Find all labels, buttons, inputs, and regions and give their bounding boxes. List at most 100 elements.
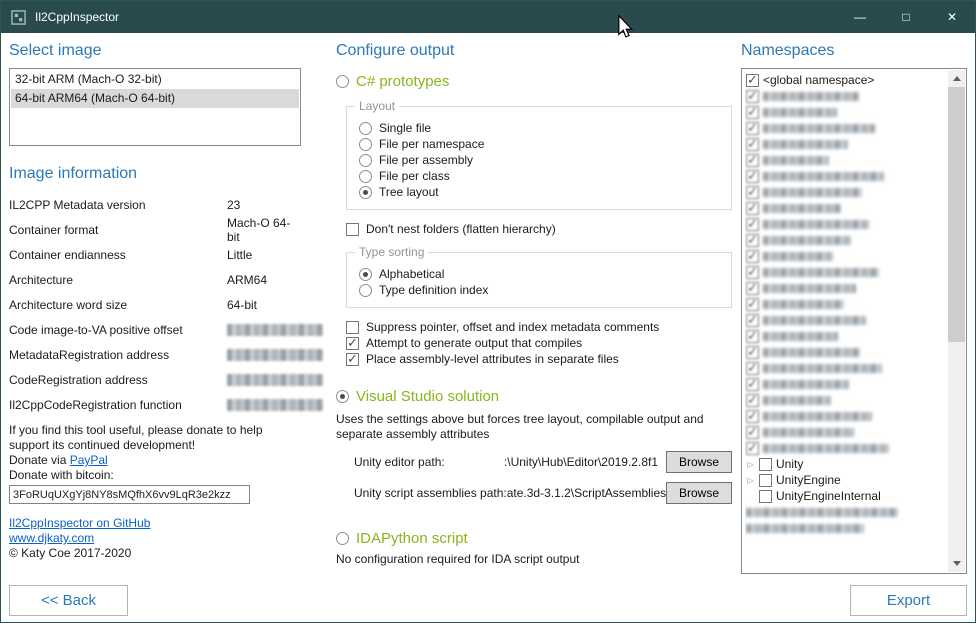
namespace-item[interactable]	[745, 248, 946, 264]
image-list-item[interactable]: 64-bit ARM64 (Mach-O 64-bit)	[11, 89, 299, 108]
namespace-item[interactable]	[745, 216, 946, 232]
namespace-item[interactable]	[745, 136, 946, 152]
idapython-radio[interactable]: IDAPython script	[336, 530, 736, 547]
namespace-item[interactable]	[745, 344, 946, 360]
namespace-checkbox[interactable]	[746, 90, 759, 103]
namespace-checkbox[interactable]	[759, 490, 772, 503]
namespace-checkbox[interactable]	[746, 170, 759, 183]
namespace-checkbox[interactable]	[746, 378, 759, 391]
namespace-item[interactable]	[745, 360, 946, 376]
namespace-checkbox[interactable]	[746, 442, 759, 455]
namespace-checkbox[interactable]	[746, 122, 759, 135]
namespace-checkbox[interactable]	[746, 250, 759, 263]
namespace-checkbox[interactable]	[759, 458, 772, 471]
namespace-item[interactable]	[745, 120, 946, 136]
script-assemblies-path-value[interactable]: ate.3d-3.1.2\ScriptAssemblies	[507, 486, 666, 500]
namespace-checkbox[interactable]	[746, 218, 759, 231]
back-button[interactable]: << Back	[9, 585, 128, 616]
namespace-item[interactable]	[745, 440, 946, 456]
donate-paypal-line: Donate via PayPal	[9, 453, 301, 468]
namespace-item[interactable]	[745, 88, 946, 104]
unity-editor-path-value[interactable]: :\Unity\Hub\Editor\2019.2.8f1	[445, 455, 666, 469]
namespace-item[interactable]	[745, 232, 946, 248]
namespace-item[interactable]	[745, 264, 946, 280]
namespace-checkbox[interactable]	[746, 298, 759, 311]
close-button[interactable]: ✕	[929, 1, 975, 33]
redacted-namespace	[763, 156, 829, 165]
scroll-down-icon[interactable]	[948, 555, 965, 572]
namespace-item[interactable]: Unity	[745, 456, 946, 472]
checkbox-option[interactable]: Suppress pointer, offset and index metad…	[346, 320, 736, 334]
maximize-button[interactable]: □	[883, 1, 929, 33]
expander-icon[interactable]	[746, 476, 755, 485]
namespace-item[interactable]	[745, 152, 946, 168]
namespace-item[interactable]: <global namespace>	[745, 72, 946, 88]
csharp-prototypes-radio[interactable]: C# prototypes	[336, 73, 736, 90]
info-label: IL2CPP Metadata version	[9, 198, 227, 212]
namespace-checkbox[interactable]	[746, 346, 759, 359]
namespace-item[interactable]	[745, 328, 946, 344]
namespace-item[interactable]	[745, 312, 946, 328]
namespace-item[interactable]	[745, 424, 946, 440]
namespace-checkbox[interactable]	[746, 138, 759, 151]
namespace-checkbox[interactable]	[746, 362, 759, 375]
radio-option[interactable]: Alphabetical	[359, 267, 723, 281]
namespace-item[interactable]: UnityEngineInternal	[745, 488, 946, 504]
checkbox-option[interactable]: Attempt to generate output that compiles	[346, 336, 736, 350]
namespace-list: <global namespace> UnityUnityEngineUnityE…	[745, 72, 946, 570]
namespace-checkbox[interactable]	[746, 266, 759, 279]
namespace-item[interactable]	[745, 200, 946, 216]
donate-bitcoin-label: Donate with bitcoin:	[9, 468, 301, 483]
namespace-item[interactable]	[745, 376, 946, 392]
image-list-item[interactable]: 32-bit ARM (Mach-O 32-bit)	[11, 70, 299, 89]
namespace-checkbox[interactable]	[746, 426, 759, 439]
minimize-button[interactable]: —	[837, 1, 883, 33]
radio-option[interactable]: Single file	[359, 121, 723, 135]
browse-editor-path-button[interactable]: Browse	[666, 451, 732, 473]
radio-label: Tree layout	[379, 185, 439, 199]
namespace-checkbox[interactable]	[746, 74, 759, 87]
export-button[interactable]: Export	[850, 585, 967, 616]
expander-icon[interactable]	[746, 460, 755, 469]
namespace-item[interactable]	[745, 104, 946, 120]
namespace-checkbox[interactable]	[746, 234, 759, 247]
namespace-item[interactable]	[745, 504, 946, 520]
namespace-checkbox[interactable]	[746, 282, 759, 295]
bitcoin-address-input[interactable]	[9, 485, 250, 504]
namespace-checkbox[interactable]	[746, 330, 759, 343]
namespace-item[interactable]	[745, 408, 946, 424]
namespace-item[interactable]	[745, 520, 946, 536]
namespace-checkbox[interactable]	[746, 186, 759, 199]
checkbox-option[interactable]: Place assembly-level attributes in separ…	[346, 352, 736, 366]
website-link[interactable]: www.djkaty.com	[9, 531, 94, 545]
browse-assemblies-path-button[interactable]: Browse	[666, 482, 732, 504]
radio-option[interactable]: File per class	[359, 169, 723, 183]
namespace-checkbox[interactable]	[746, 106, 759, 119]
scrollbar-thumb[interactable]	[948, 87, 965, 342]
radio-option[interactable]: File per namespace	[359, 137, 723, 151]
namespace-checkbox[interactable]	[759, 474, 772, 487]
radio-option[interactable]: Tree layout	[359, 185, 723, 199]
namespace-item[interactable]	[745, 392, 946, 408]
namespace-item[interactable]	[745, 280, 946, 296]
radio-option[interactable]: Type definition index	[359, 283, 723, 297]
checkbox-option[interactable]: Don't nest folders (flatten hierarchy)	[346, 222, 736, 236]
namespace-item[interactable]: UnityEngine	[745, 472, 946, 488]
paypal-link[interactable]: PayPal	[70, 453, 108, 467]
namespace-checkbox[interactable]	[746, 410, 759, 423]
unity-editor-path-label: Unity editor path:	[354, 455, 445, 469]
namespace-item[interactable]	[745, 184, 946, 200]
namespace-scrollbar[interactable]	[948, 70, 965, 572]
scroll-up-icon[interactable]	[948, 70, 965, 87]
namespace-checkbox[interactable]	[746, 202, 759, 215]
namespace-checkbox[interactable]	[746, 394, 759, 407]
github-link[interactable]: Il2CppInspector on GitHub	[9, 516, 150, 530]
info-row: Architecture word size64-bit	[9, 292, 301, 317]
namespace-item[interactable]	[745, 296, 946, 312]
radio-option[interactable]: File per assembly	[359, 153, 723, 167]
visual-studio-radio[interactable]: Visual Studio solution	[336, 388, 736, 405]
redacted-namespace	[746, 508, 898, 517]
namespace-checkbox[interactable]	[746, 154, 759, 167]
namespace-checkbox[interactable]	[746, 314, 759, 327]
namespace-item[interactable]	[745, 168, 946, 184]
